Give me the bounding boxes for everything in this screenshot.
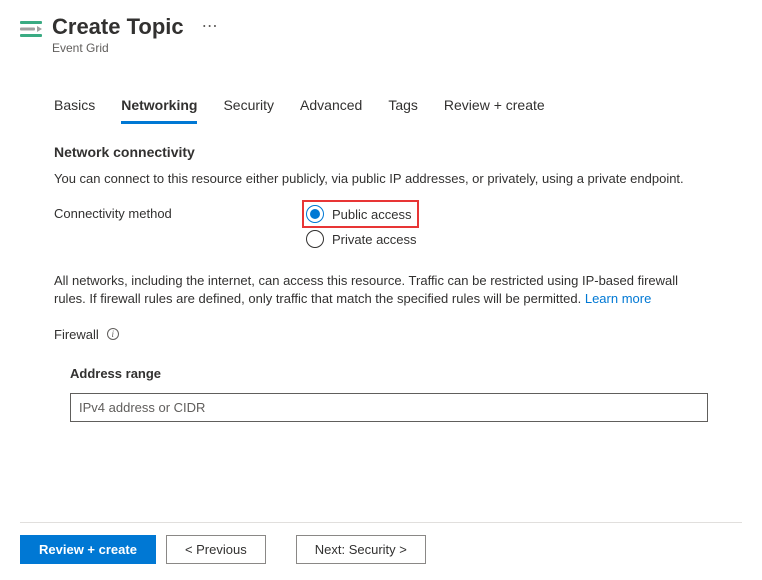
section-description: You can connect to this resource either …: [54, 170, 708, 188]
review-create-button[interactable]: Review + create: [20, 535, 156, 564]
tab-review[interactable]: Review + create: [444, 91, 545, 124]
connectivity-radio-group: Public access Private access: [306, 204, 419, 250]
tab-bar: Basics Networking Security Advanced Tags…: [54, 91, 708, 124]
radio-selected-icon: [306, 205, 324, 223]
connectivity-label: Connectivity method: [54, 204, 306, 221]
info-icon[interactable]: i: [107, 328, 119, 340]
more-menu-button[interactable]: ⋯: [202, 19, 218, 35]
tab-basics[interactable]: Basics: [54, 91, 95, 124]
learn-more-link[interactable]: Learn more: [585, 291, 651, 306]
page-subtitle: Event Grid: [52, 41, 218, 55]
info-block: All networks, including the internet, ca…: [54, 272, 708, 308]
tab-networking[interactable]: Networking: [121, 91, 197, 124]
radio-public-access[interactable]: Public access: [306, 203, 411, 225]
tab-security[interactable]: Security: [223, 91, 274, 124]
next-button[interactable]: Next: Security >: [296, 535, 426, 564]
page-header: Create Topic ⋯ Event Grid: [0, 0, 762, 55]
firewall-label: Firewall: [54, 327, 99, 342]
radio-public-label: Public access: [332, 207, 411, 222]
highlight-box: Public access: [302, 200, 419, 228]
radio-private-access[interactable]: Private access: [306, 228, 419, 250]
previous-button[interactable]: < Previous: [166, 535, 266, 564]
section-heading: Network connectivity: [54, 144, 708, 160]
tab-tags[interactable]: Tags: [388, 91, 418, 124]
tab-advanced[interactable]: Advanced: [300, 91, 362, 124]
address-range-label: Address range: [70, 366, 708, 381]
page-title: Create Topic: [52, 14, 184, 40]
footer-bar: Review + create < Previous Next: Securit…: [20, 522, 742, 564]
event-grid-icon: [20, 18, 42, 40]
radio-private-label: Private access: [332, 232, 417, 247]
address-range-input[interactable]: [70, 393, 708, 422]
radio-unselected-icon: [306, 230, 324, 248]
